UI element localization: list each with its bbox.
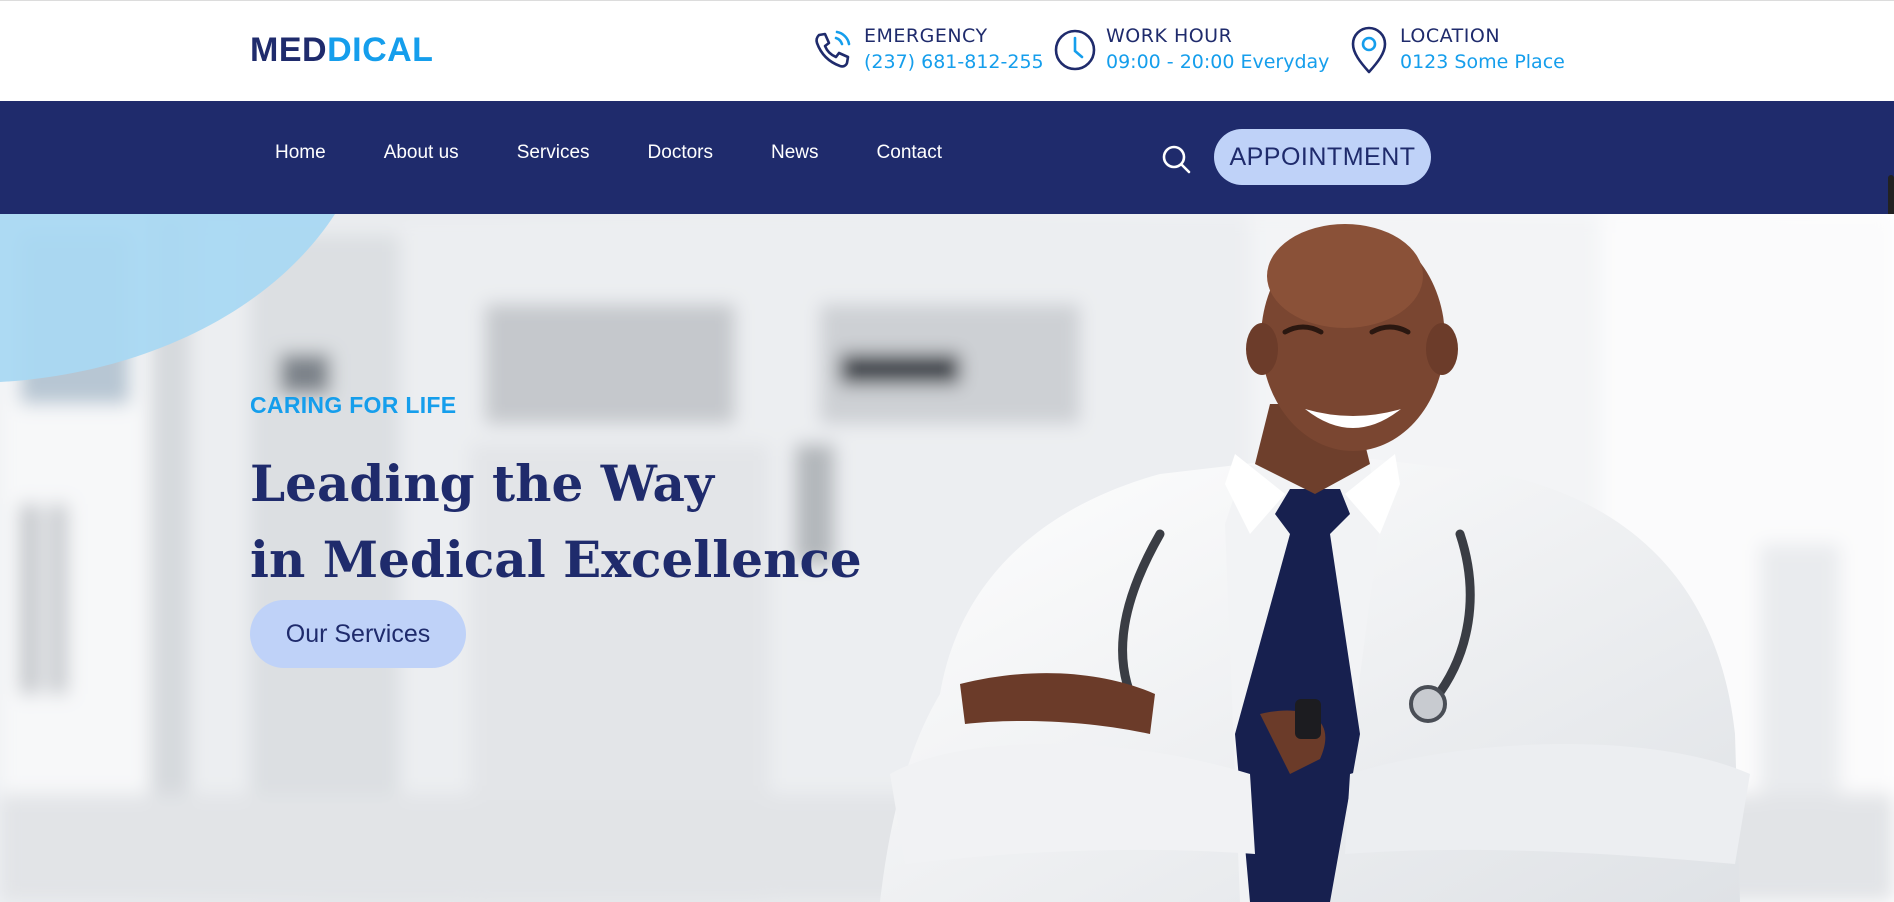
nav-contact[interactable]: Contact	[877, 141, 942, 165]
nav-doctors[interactable]: Doctors	[648, 141, 713, 165]
work-hour-value: 09:00 - 20:00 Everyday	[1106, 51, 1330, 73]
hero-headline-line-1: Leading the Way	[250, 454, 714, 513]
top-info-bar: MEDDICAL EMERGENCY (237) 681-812-255 WOR…	[0, 0, 1894, 101]
emergency-label: EMERGENCY	[864, 25, 988, 47]
emergency-phone[interactable]: (237) 681-812-255	[864, 49, 1044, 75]
hero-eyebrow: CARING FOR LIFE	[250, 392, 457, 418]
phone-icon	[808, 23, 858, 77]
location-label: LOCATION	[1400, 25, 1501, 47]
our-services-button[interactable]: Our Services	[250, 600, 466, 668]
location-pin-icon	[1344, 23, 1394, 77]
appointment-button[interactable]: APPOINTMENT	[1214, 129, 1431, 185]
hero-section: CARING FOR LIFE Leading the Way in Medic…	[0, 214, 1894, 902]
nav-about-us[interactable]: About us	[384, 141, 459, 165]
main-nav: Home About us Services Doctors News Cont…	[0, 101, 1894, 214]
emergency-info: EMERGENCY (237) 681-812-255	[808, 23, 1044, 77]
brand-logo[interactable]: MEDDICAL	[250, 31, 433, 70]
nav-home[interactable]: Home	[275, 141, 326, 165]
hero-headline: Leading the Way in Medical Excellence	[250, 446, 862, 598]
location-value: 0123 Some Place	[1400, 51, 1565, 73]
work-hour-info: WORK HOUR 09:00 - 20:00 Everyday	[1050, 23, 1329, 77]
brand-part-1: MED	[250, 31, 328, 69]
location-info: LOCATION 0123 Some Place	[1344, 23, 1565, 77]
nav-links: Home About us Services Doctors News Cont…	[275, 141, 1000, 165]
work-hour-label: WORK HOUR	[1106, 25, 1233, 47]
brand-part-2: DICAL	[327, 31, 434, 69]
nav-services[interactable]: Services	[517, 141, 590, 165]
search-icon[interactable]	[1160, 143, 1192, 175]
nav-news[interactable]: News	[771, 141, 819, 165]
clock-icon	[1050, 23, 1100, 77]
hero-headline-line-2: in Medical Excellence	[250, 530, 862, 589]
